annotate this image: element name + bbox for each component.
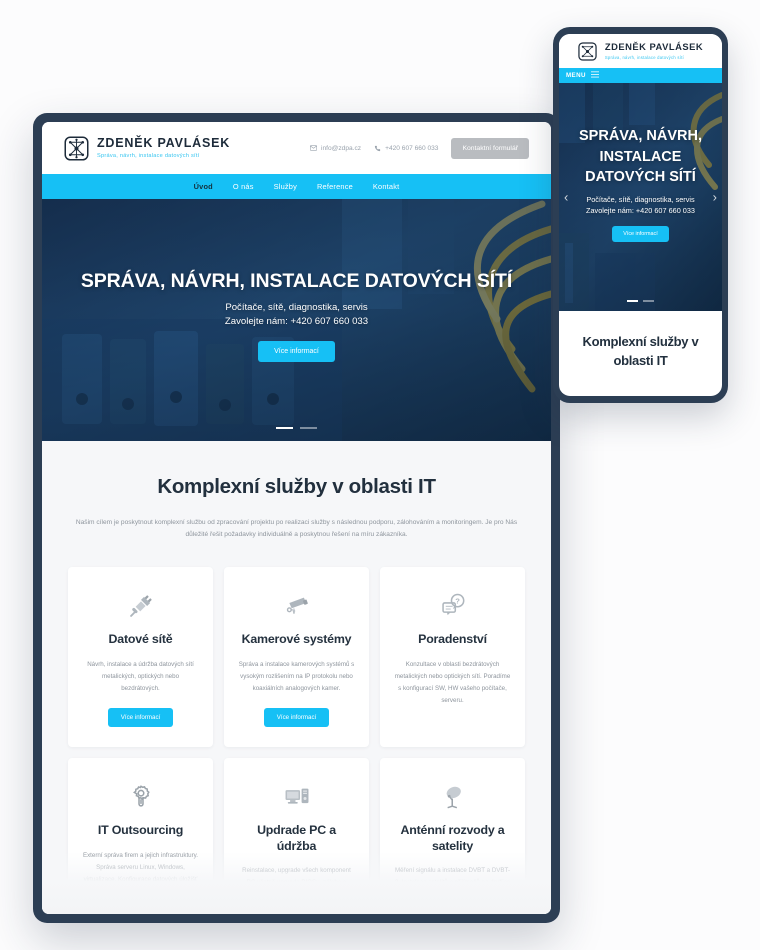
topbar-email[interactable]: info@zdpa.cz xyxy=(310,145,361,152)
brand-tagline: Správa, návrh, instalace datových sítí xyxy=(604,54,684,60)
service-card-title: Kamerové systémy xyxy=(241,632,352,647)
topbar-phone[interactable]: +420 607 660 033 xyxy=(374,145,438,152)
service-card-title: Updrade PC a údržba xyxy=(257,823,336,853)
mobile-hero-content: SPRÁVA, NÁVRH, INSTALACE DATOVÝCH SÍTÍ P… xyxy=(559,83,722,311)
gear-wrench-icon xyxy=(128,780,154,814)
hero-title: SPRÁVA, NÁVRH, INSTALACE DATOVÝCH SÍTÍ xyxy=(80,270,513,292)
security-camera-icon xyxy=(284,589,310,623)
mobile-hero-carousel: SPRÁVA, NÁVRH, INSTALACE DATOVÝCH SÍTÍ P… xyxy=(559,83,722,311)
nav-item-reference[interactable]: Reference xyxy=(317,182,353,191)
service-card-cta[interactable]: Více informací xyxy=(263,708,330,728)
hamburger-icon[interactable] xyxy=(590,71,599,80)
satellite-dish-icon xyxy=(440,780,466,814)
service-card-description: Měření signálu a instalace DVBT a DVBT-2… xyxy=(394,867,511,911)
chevron-right-icon[interactable]: › xyxy=(713,191,717,204)
mobile-site-logo[interactable]: ZDENĚK PAVLÁSEK Správa, návrh, instalace… xyxy=(578,41,704,61)
services-section: Komplexní služby v oblasti IT Našim cíle… xyxy=(42,441,551,914)
nav-item-o-nas[interactable]: O nás xyxy=(233,182,254,191)
carousel-indicator-2[interactable] xyxy=(300,427,317,429)
service-card-description: Externí správa firem a jejich infrastruk… xyxy=(82,851,199,895)
mobile-carousel-indicators[interactable] xyxy=(559,300,722,302)
mobile-hero-title: SPRÁVA, NÁVRH, INSTALACE DATOVÝCH SÍTÍ xyxy=(579,128,702,186)
brand-text: ZDENĚK PAVLÁSEK Správa, návrh, instalace… xyxy=(97,136,231,159)
service-card-antenni-rozvody[interactable]: Anténní rozvody a satelity Měření signál… xyxy=(380,758,525,914)
mobile-hero-cta-button[interactable]: Více informací xyxy=(612,225,669,242)
mobile-carousel-indicator-1[interactable] xyxy=(627,300,638,302)
topbar-contact-group: info@zdpa.cz +420 607 660 033 Kontaktní … xyxy=(310,137,529,159)
desktop-topbar: ZDENĚK PAVLÁSEK Správa, návrh, instalace… xyxy=(42,122,551,174)
service-card-title: Datové sítě xyxy=(108,632,173,647)
contact-form-button[interactable]: Kontaktní formulář xyxy=(451,137,529,159)
service-card-kamerove-systemy[interactable]: Kamerové systémy Správa a instalace kame… xyxy=(224,567,369,748)
service-card-datove-site[interactable]: Datové sítě Návrh, instalace a údržba da… xyxy=(68,567,213,748)
hero-cta-button[interactable]: Více informací xyxy=(258,341,335,362)
service-card-description: Návrh, instalace a údržba datových sítí … xyxy=(87,660,194,693)
hero-carousel-indicators[interactable] xyxy=(42,427,551,429)
service-card-description: Správa a instalace kamerových systémů s … xyxy=(238,660,355,693)
services-description: Našim cílem je poskytnout komplexní služ… xyxy=(75,519,518,539)
nav-item-kontakt[interactable]: Kontakt xyxy=(373,182,399,191)
service-card-poradenstvi[interactable]: ? Poradenství Konzultace v oblasti bezdr… xyxy=(380,567,525,748)
desktop-screen: ZDENĚK PAVLÁSEK Správa, návrh, instalace… xyxy=(42,122,551,914)
chevron-left-icon[interactable]: ‹ xyxy=(564,191,568,204)
envelope-icon xyxy=(310,145,318,151)
hero-phone-line: Zavolejte nám: +420 607 660 033 xyxy=(224,316,369,327)
mobile-mockup-frame: ZDENĚK PAVLÁSEK Správa, návrh, instalace… xyxy=(553,27,728,403)
service-card-title: Poradenství xyxy=(418,632,487,647)
brand-name: ZDENĚK PAVLÁSEK xyxy=(604,41,704,53)
mobile-menu-bar[interactable]: MENU xyxy=(559,68,722,83)
mobile-hero-subtitle: Počítače, sítě, diagnostika, servis xyxy=(586,194,695,204)
site-logo[interactable]: ZDENĚK PAVLÁSEK Správa, návrh, instalace… xyxy=(64,136,230,161)
service-card-description: Konzultace v oblasti bezdrátových metali… xyxy=(394,660,511,705)
desktop-computer-icon xyxy=(284,780,310,814)
chat-question-icon: ? xyxy=(440,589,466,623)
network-cable-plug-icon xyxy=(128,589,154,623)
service-card-title: IT Outsourcing xyxy=(97,823,184,838)
services-title: Komplexní služby v oblasti IT xyxy=(157,475,436,498)
network-cube-icon xyxy=(64,136,89,161)
brand-name: ZDENĚK PAVLÁSEK xyxy=(97,136,231,151)
desktop-main-nav: Úvod O nás Služby Reference Kontakt xyxy=(42,174,551,199)
hero-content: SPRÁVA, NÁVRH, INSTALACE DATOVÝCH SÍTÍ P… xyxy=(42,199,551,441)
mobile-carousel-indicator-2[interactable] xyxy=(643,300,654,302)
service-card-title: Anténní rozvody a satelity xyxy=(400,823,505,853)
mobile-screen: ZDENĚK PAVLÁSEK Správa, návrh, instalace… xyxy=(559,34,722,396)
nav-item-sluzby[interactable]: Služby xyxy=(274,182,297,191)
service-card-it-outsourcing[interactable]: IT Outsourcing Externí správa firem a je… xyxy=(68,758,213,914)
services-card-grid: Datové sítě Návrh, instalace a údržba da… xyxy=(68,567,525,914)
screenshot-stage: ZDENĚK PAVLÁSEK Správa, návrh, instalace… xyxy=(0,0,760,950)
mobile-brand-text: ZDENĚK PAVLÁSEK Správa, návrh, instalace… xyxy=(604,41,704,60)
service-card-upgrade-pc[interactable]: Updrade PC a údržba Reinstalace, upgrade… xyxy=(224,758,369,914)
mobile-services-section: Komplexní služby v oblasti IT xyxy=(559,311,722,371)
hero-subtitle: Počítače, sítě, diagnostika, servis xyxy=(225,302,368,313)
mobile-topbar: ZDENĚK PAVLÁSEK Správa, návrh, instalace… xyxy=(559,34,722,68)
network-cube-icon xyxy=(578,41,597,61)
carousel-indicator-1[interactable] xyxy=(276,427,293,429)
mobile-services-title: Komplexní služby v oblasti IT xyxy=(582,334,699,368)
desktop-hero-carousel: SPRÁVA, NÁVRH, INSTALACE DATOVÝCH SÍTÍ P… xyxy=(42,199,551,441)
desktop-mockup-frame: ZDENĚK PAVLÁSEK Správa, návrh, instalace… xyxy=(33,113,560,923)
phone-icon xyxy=(374,145,381,152)
service-card-cta[interactable]: Více informací xyxy=(107,708,174,728)
nav-item-uvod[interactable]: Úvod xyxy=(194,182,213,191)
topbar-email-text: info@zdpa.cz xyxy=(321,144,362,152)
mobile-menu-label: MENU xyxy=(566,72,586,79)
topbar-phone-text: +420 607 660 033 xyxy=(385,144,439,152)
service-card-description: Reinstalace, upgrade všech komponent PC … xyxy=(242,867,351,899)
mobile-hero-phone-line: Zavolejte nám: +420 607 660 033 xyxy=(586,205,695,215)
brand-tagline: Správa, návrh, instalace datových sítí xyxy=(97,152,200,159)
